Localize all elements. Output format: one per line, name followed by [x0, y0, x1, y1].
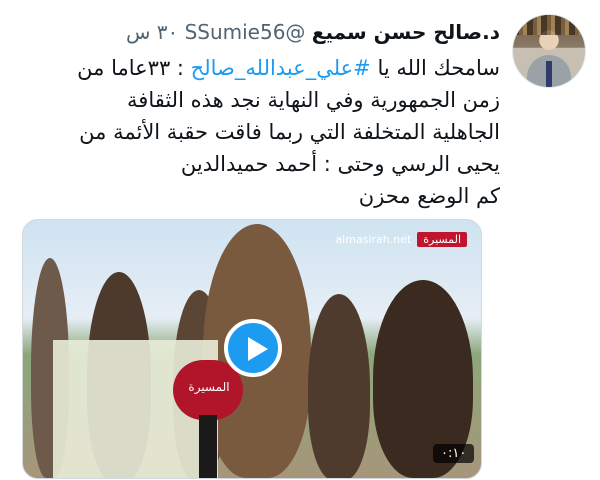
play-icon — [248, 337, 268, 361]
watermark-site: almasirah.net — [335, 233, 412, 246]
timestamp[interactable]: ٣٠ س — [126, 20, 178, 44]
display-name[interactable]: د.صالح حسن سميع — [312, 20, 500, 44]
person-figure — [308, 294, 370, 478]
microphone-handle — [199, 415, 217, 478]
bookshelf-background — [513, 15, 585, 35]
watermark-logo: المسيرة — [417, 232, 467, 247]
video-duration: ٠:١٠ — [433, 444, 475, 463]
tie — [546, 61, 552, 87]
text-line-5: كم الوضع محزن — [358, 184, 500, 208]
hashtag-link[interactable]: #علي_عبدالله_صالح — [191, 56, 371, 80]
mic-logo: المسيرة — [188, 380, 230, 394]
channel-watermark: almasirah.net المسيرة — [335, 232, 467, 247]
avatar[interactable] — [512, 14, 586, 88]
text-line-1: سامحك الله يا #علي_عبدالله_صالح : ٣٣عاما… — [77, 56, 500, 80]
text-line-4: يحيى الرسي وحتى : أحمد حميدالدين — [180, 152, 500, 176]
play-button[interactable] — [224, 319, 282, 377]
tweet-header: د.صالح حسن سميع @SSumie56 ٣٠ س — [10, 20, 500, 50]
text-line-2: زمن الجمهورية وفي النهاية نجد هذه الثقاف… — [127, 88, 500, 112]
text-line-3: الجاهلية المتخلفة التي ربما فاقت حقبة ال… — [79, 120, 500, 144]
tweet-text: سامحك الله يا #علي_عبدالله_صالح : ٣٣عاما… — [8, 52, 500, 212]
handle[interactable]: @SSumie56 — [185, 20, 306, 44]
video-media[interactable]: المسيرة almasirah.net المسيرة ٠:١٠ — [22, 219, 482, 479]
tweet[interactable]: د.صالح حسن سميع @SSumie56 ٣٠ س سامحك الل… — [0, 0, 600, 480]
